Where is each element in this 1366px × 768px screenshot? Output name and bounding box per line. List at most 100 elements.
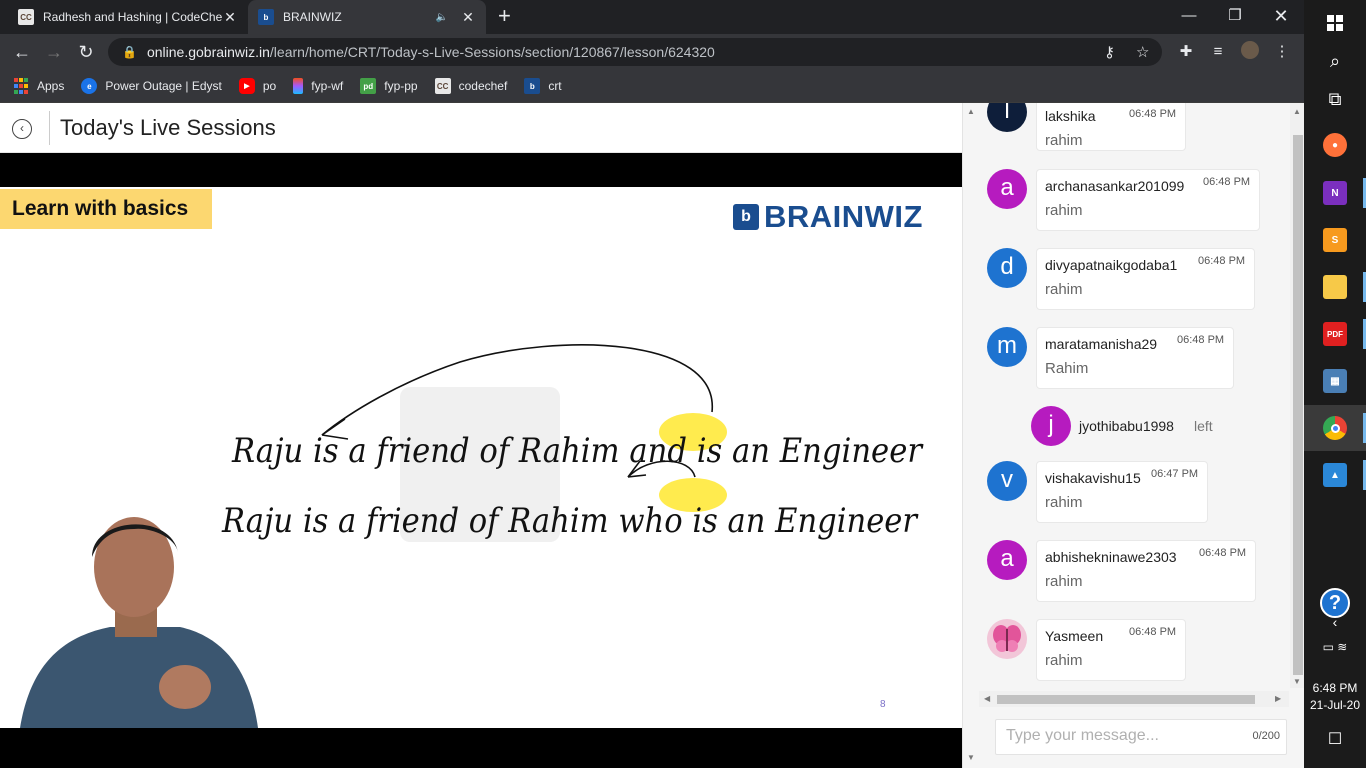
speaker-icon[interactable]: 🔈	[434, 12, 450, 23]
scroll-left-icon[interactable]: ◀	[984, 694, 990, 703]
video-player[interactable]: Learn with basics b BRAINWIZ Raju is a f…	[0, 153, 962, 768]
photos-icon[interactable]: ▲	[1304, 452, 1366, 498]
message-text: rahim	[1045, 202, 1083, 219]
message-bubble: lakshika rahim 06:48 PM	[1036, 103, 1186, 151]
handwritten-line-1: Raju is a friend of Rahim and is an Engi…	[231, 431, 923, 471]
star-icon[interactable]: ☆	[1136, 43, 1149, 61]
tab-codechef[interactable]: CC Radhesh and Hashing | CodeChef ✕	[8, 0, 248, 34]
bookmark-po[interactable]: ▶ po	[238, 78, 277, 94]
bookmark-fyp-pp[interactable]: pd fyp-pp	[360, 78, 418, 94]
scroll-down-icon[interactable]: ▼	[1293, 677, 1301, 686]
profile-avatar-icon[interactable]	[1239, 41, 1261, 63]
bookmark-label: Power Outage | Edyst	[105, 79, 222, 93]
browser-toolbar: ← → ↻ 🔒 online.gobrainwiz.in/learn/home/…	[0, 34, 1304, 70]
chat-input-box[interactable]: 0/200	[995, 719, 1287, 755]
chat-message-list: l lakshika rahim 06:48 PM a archanasanka…	[979, 103, 1289, 691]
presenter-hand	[159, 665, 211, 709]
scroll-up-icon[interactable]: ▲	[967, 107, 975, 116]
message-text: Rahim	[1045, 360, 1089, 377]
bookmark-label: crt	[548, 79, 562, 93]
handwritten-line-2: Raju is a friend of Rahim who is an Engi…	[221, 501, 918, 541]
message-text: rahim	[1045, 652, 1083, 669]
bookmark-edyst[interactable]: e Power Outage | Edyst	[81, 78, 222, 94]
onenote-icon[interactable]: N	[1304, 170, 1366, 216]
bookmark-label: po	[262, 79, 277, 93]
chat-scroll-thumb[interactable]	[1293, 135, 1303, 675]
pd-icon: pd	[360, 78, 377, 94]
back-circle-icon[interactable]: ‹	[12, 119, 32, 139]
scroll-right-icon[interactable]: ▶	[1275, 694, 1281, 703]
message-bubble: Yasmeen rahim 06:48 PM	[1036, 619, 1186, 681]
tab-close-icon[interactable]: ✕	[222, 9, 238, 26]
taskbar-clock[interactable]: 6:48 PM 21-Jul-20	[1304, 680, 1366, 714]
tab-brainwiz[interactable]: b BRAINWIZ 🔈 ✕	[248, 0, 486, 34]
minimize-icon[interactable]: —	[1166, 2, 1212, 30]
scroll-up-icon[interactable]: ▲	[1293, 107, 1301, 116]
bookmark-fyp-wf[interactable]: fyp-wf	[293, 78, 343, 94]
close-window-icon[interactable]: ✕	[1258, 2, 1304, 30]
chat-hscroll-thumb[interactable]	[997, 695, 1255, 704]
edyst-icon: e	[81, 78, 98, 94]
scroll-down-icon[interactable]: ▼	[967, 753, 975, 762]
apps-grid-icon	[13, 78, 29, 94]
url-host: online.gobrainwiz.in	[146, 44, 270, 60]
message-text: rahim	[1045, 573, 1083, 590]
task-view-icon[interactable]: ⧉	[1304, 76, 1366, 122]
chat-message: d divyapatnaikgodaba1 rahim 06:48 PM	[979, 248, 1279, 312]
file-explorer-icon[interactable]	[1304, 264, 1366, 310]
system-text: left	[1194, 418, 1213, 434]
brainwiz-icon: b	[524, 78, 541, 94]
char-counter: 0/200	[1252, 730, 1280, 742]
bookmark-codechef[interactable]: CC codechef	[434, 78, 508, 94]
message-time: 06:48 PM	[1203, 176, 1251, 188]
notifications-icon[interactable]: ☐	[1304, 716, 1366, 762]
message-text: rahim	[1045, 132, 1083, 149]
address-bar[interactable]: 🔒 online.gobrainwiz.in/learn/home/CRT/To…	[108, 38, 1162, 66]
sublime-icon[interactable]: S	[1304, 217, 1366, 263]
chat-message: a archanasankar201099 rahim 06:48 PM	[979, 169, 1279, 233]
message-bubble: maratamanisha29 Rahim 06:48 PM	[1036, 327, 1234, 389]
firefox-icon[interactable]: ●	[1304, 122, 1366, 168]
chat-message: v vishakavishu15 rahim 06:47 PM	[979, 461, 1279, 525]
message-bubble: abhishekninawe2303 rahim 06:48 PM	[1036, 540, 1256, 602]
lock-icon: 🔒	[122, 45, 137, 59]
message-time: 06:48 PM	[1129, 108, 1177, 120]
screen: CC Radhesh and Hashing | CodeChef ✕ b BR…	[0, 0, 1366, 768]
chevron-left-icon[interactable]: ‹	[1304, 608, 1366, 636]
system-user: jyothibabu1998	[1079, 418, 1174, 434]
chat-message-input[interactable]	[1006, 727, 1236, 745]
bookmark-apps[interactable]: Apps	[13, 78, 64, 94]
chat-horizontal-scrollbar[interactable]: ◀ ▶	[979, 691, 1289, 707]
chat-message: l lakshika rahim 06:48 PM	[979, 103, 1279, 155]
codechef-icon: CC	[434, 78, 451, 94]
chat-message: m maratamanisha29 Rahim 06:48 PM	[979, 327, 1279, 391]
calculator-icon[interactable]: ▦	[1304, 358, 1366, 404]
forward-arrow-icon[interactable]: →	[42, 40, 66, 64]
avatar: l	[987, 103, 1027, 132]
presenter-video	[20, 517, 258, 728]
tab-title: BRAINWIZ	[283, 10, 342, 24]
battery-wifi-icon[interactable]: ▭ ≋	[1304, 634, 1366, 660]
brainwiz-favicon-icon: b	[258, 9, 274, 25]
menu-kebab-icon[interactable]: ⋮	[1271, 41, 1293, 63]
key-icon[interactable]: ⚷	[1104, 43, 1115, 61]
bookmark-label: fyp-wf	[311, 79, 344, 93]
media-queue-icon[interactable]: ≡	[1207, 41, 1229, 63]
message-time: 06:48 PM	[1177, 334, 1225, 346]
tab-close-icon[interactable]: ✕	[460, 9, 476, 26]
new-tab-button[interactable]: +	[498, 5, 511, 27]
pdf-reader-icon[interactable]: PDF	[1304, 311, 1366, 357]
back-arrow-icon[interactable]: ←	[10, 40, 34, 64]
chat-vertical-scrollbar[interactable]: ▲ ▼	[1290, 103, 1305, 688]
page-title: Today's Live Sessions	[60, 115, 276, 140]
chrome-icon[interactable]	[1304, 405, 1366, 451]
windows-taskbar: ⌕ ⧉ ● N S PDF ▦ ▲ ? ‹ ▭ ≋ 6:48 PM 21-Jul…	[1304, 0, 1366, 768]
bookmark-label: codechef	[458, 79, 508, 93]
extensions-puzzle-icon[interactable]: ✚	[1175, 41, 1197, 63]
restore-icon[interactable]: ❐	[1212, 2, 1258, 30]
bookmark-crt[interactable]: b crt	[524, 78, 562, 94]
clock-time: 6:48 PM	[1312, 681, 1358, 695]
reload-icon[interactable]: ↻	[74, 40, 98, 64]
outer-scrollbar[interactable]: ▲ ▼	[963, 103, 980, 768]
message-text: rahim	[1045, 281, 1083, 298]
